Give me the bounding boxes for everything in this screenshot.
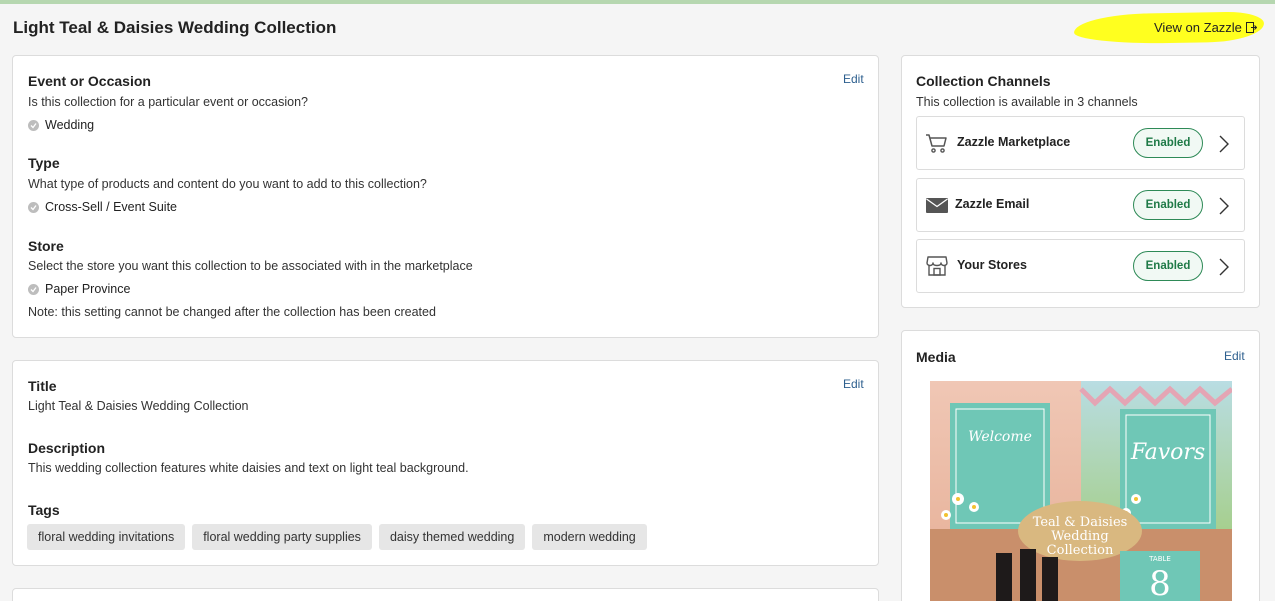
enabled-badge[interactable]: Enabled (1133, 128, 1203, 158)
media-card: Media Edit Welcome Favors Teal & Daisies… (901, 330, 1260, 601)
details-edit-link[interactable]: Edit (843, 377, 864, 391)
enabled-badge[interactable]: Enabled (1133, 190, 1203, 220)
top-accent-line (0, 0, 1275, 4)
description-label: Description (28, 440, 106, 456)
event-question: Is this collection for a particular even… (28, 95, 308, 109)
store-question: Select the store you want this collectio… (28, 259, 473, 273)
store-value: Paper Province (45, 282, 131, 296)
type-title: Type (28, 155, 60, 171)
type-question: What type of products and content do you… (28, 177, 427, 191)
tags-label: Tags (28, 502, 60, 518)
title-value: Light Teal & Daisies Wedding Collection (28, 399, 249, 413)
settings-edit-link[interactable]: Edit (843, 72, 864, 86)
tag-chip[interactable]: floral wedding party supplies (192, 524, 372, 550)
channels-title: Collection Channels (916, 73, 1051, 89)
channel-row-stores[interactable]: Your Stores Enabled (916, 239, 1245, 293)
check-icon (28, 283, 39, 295)
event-value: Wedding (45, 118, 95, 132)
tag-chip[interactable]: floral wedding invitations (27, 524, 186, 550)
store-title: Store (28, 238, 64, 254)
chevron-right-icon (1219, 135, 1229, 153)
sign-welcome-text: Welcome (968, 429, 1032, 445)
page-title: Light Teal & Daisies Wedding Collection (13, 18, 337, 37)
media-title: Media (916, 349, 956, 365)
check-icon (28, 201, 39, 213)
channel-name: Your Stores (957, 258, 1027, 272)
table-number-text: 8 (1149, 564, 1171, 601)
tag-chip[interactable]: modern wedding (532, 524, 647, 550)
type-value-row: Cross-Sell / Event Suite (28, 200, 177, 214)
title-label: Title (28, 378, 57, 394)
sign-favors-text: Favors (1130, 440, 1205, 465)
store-value-row: Paper Province (28, 282, 130, 296)
check-icon (28, 119, 39, 131)
tags-list: floral wedding invitations floral weddin… (27, 524, 647, 550)
channel-row-email[interactable]: Zazzle Email Enabled (916, 178, 1245, 232)
collection-settings-card: Edit Event or Occasion Is this collectio… (12, 55, 879, 338)
collection-cover-image[interactable]: Welcome Favors Teal & Daisies Wedding Co… (930, 381, 1232, 601)
view-on-zazzle-link[interactable]: View on Zazzle (1154, 20, 1257, 35)
table-label-text: TABLE (1148, 555, 1171, 563)
storefront-icon (926, 256, 948, 276)
event-title: Event or Occasion (28, 73, 151, 89)
view-on-zazzle-label: View on Zazzle (1154, 20, 1242, 35)
channels-subtitle: This collection is available in 3 channe… (916, 95, 1138, 109)
envelope-icon (926, 198, 948, 213)
external-link-icon (1245, 22, 1257, 33)
chevron-right-icon (1219, 197, 1229, 215)
chevron-right-icon (1219, 258, 1229, 276)
enabled-badge[interactable]: Enabled (1133, 251, 1203, 281)
media-edit-link[interactable]: Edit (1224, 349, 1245, 363)
type-value: Cross-Sell / Event Suite (45, 200, 177, 214)
cover-caption-line-1: Teal & Daisies (1033, 515, 1128, 530)
event-value-row: Wedding (28, 118, 94, 132)
cart-icon (926, 134, 947, 153)
next-card (12, 588, 879, 601)
cover-caption-line-2: Wedding (1051, 529, 1109, 544)
channel-row-marketplace[interactable]: Zazzle Marketplace Enabled (916, 116, 1245, 170)
description-value: This wedding collection features white d… (28, 461, 469, 475)
store-note: Note: this setting cannot be changed aft… (28, 305, 436, 319)
channel-name: Zazzle Email (955, 197, 1030, 211)
collection-channels-card: Collection Channels This collection is a… (901, 55, 1260, 308)
cover-caption-line-3: Collection (1047, 543, 1114, 558)
tag-chip[interactable]: daisy themed wedding (378, 524, 526, 550)
collection-details-card: Edit Title Light Teal & Daisies Wedding … (12, 360, 879, 566)
channel-name: Zazzle Marketplace (957, 135, 1071, 149)
